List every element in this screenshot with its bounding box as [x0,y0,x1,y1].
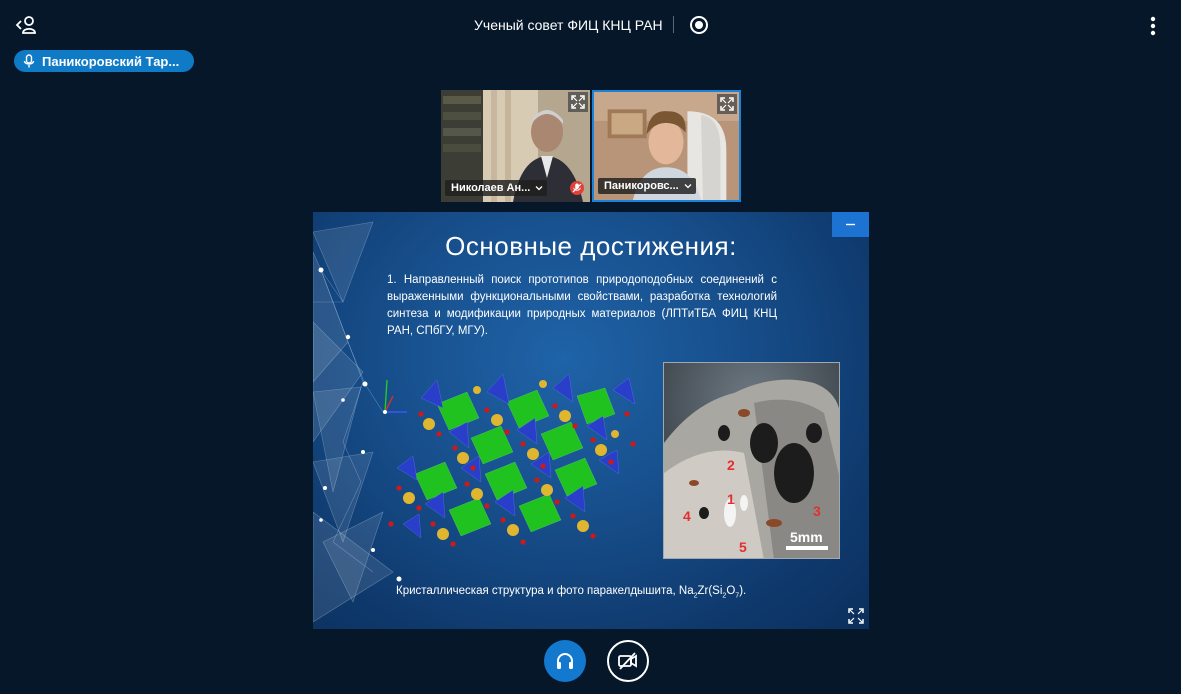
talking-indicator[interactable]: Паникоровский Тар... [14,50,194,72]
photo-mark: 4 [683,508,691,524]
meeting-title: Ученый совет ФИЦ КНЦ РАН [474,17,663,33]
recording-button[interactable] [688,14,710,36]
headphones-icon [557,653,573,669]
webcam-user-name: Николаев Ан... [451,182,531,194]
mineral-photo: 1 2 3 4 5 5mm [663,362,840,559]
webcam-user-name: Паникоровс... [604,180,679,192]
fullscreen-icon [848,608,864,624]
top-bar: Ученый совет ФИЦ КНЦ РАН [0,0,1181,52]
caption-text: Кристаллическая структура и фото паракел… [396,585,694,597]
chevron-down-icon [535,186,543,191]
presentation-fullscreen-button[interactable] [847,607,865,625]
expand-webcam-button[interactable] [568,92,588,112]
photo-mark: 1 [727,491,735,507]
more-vertical-icon [1150,16,1156,36]
slide-title: Основные достижения: [445,231,737,261]
title-divider [673,16,674,33]
scale-label: 5mm [790,529,823,545]
video-off-icon [618,652,637,670]
presentation-area: Основные достижения: 1. Направленный пои… [313,212,869,629]
share-webcam-button[interactable] [607,640,649,682]
chevron-down-icon [684,184,692,189]
slide-paragraph: 1. Направленный поиск прототипов природо… [387,274,777,337]
webcam-tile[interactable]: Паникоровс... [592,90,741,202]
fullscreen-icon [571,95,585,109]
options-menu-button[interactable] [1142,13,1164,39]
user-list-icon [15,16,36,34]
photo-mark: 3 [813,503,821,519]
crystal-structure-image [383,374,636,547]
microphone-icon [23,54,35,68]
photo-mark: 5 [739,539,747,555]
fullscreen-icon [720,97,734,111]
webcam-user-dropdown[interactable]: Паникоровс... [598,178,696,194]
slide-caption: Кристаллическая структура и фото паракел… [396,585,746,599]
scale-bar [786,546,828,550]
caption-text: ). [739,585,747,597]
photo-mark: 2 [727,457,735,473]
expand-webcam-button[interactable] [717,94,737,114]
talking-user-name: Паникоровский Тар... [42,53,180,69]
caption-text: O [726,585,736,597]
leave-audio-button[interactable] [544,640,586,682]
webcam-user-dropdown[interactable]: Николаев Ан... [445,180,548,196]
webcam-tile[interactable]: Николаев Ан... [441,90,590,202]
caption-text: Zr(Si [697,585,723,597]
locked-mic-icon [570,181,584,195]
toggle-user-list-button[interactable] [14,12,42,40]
record-icon [690,16,708,34]
